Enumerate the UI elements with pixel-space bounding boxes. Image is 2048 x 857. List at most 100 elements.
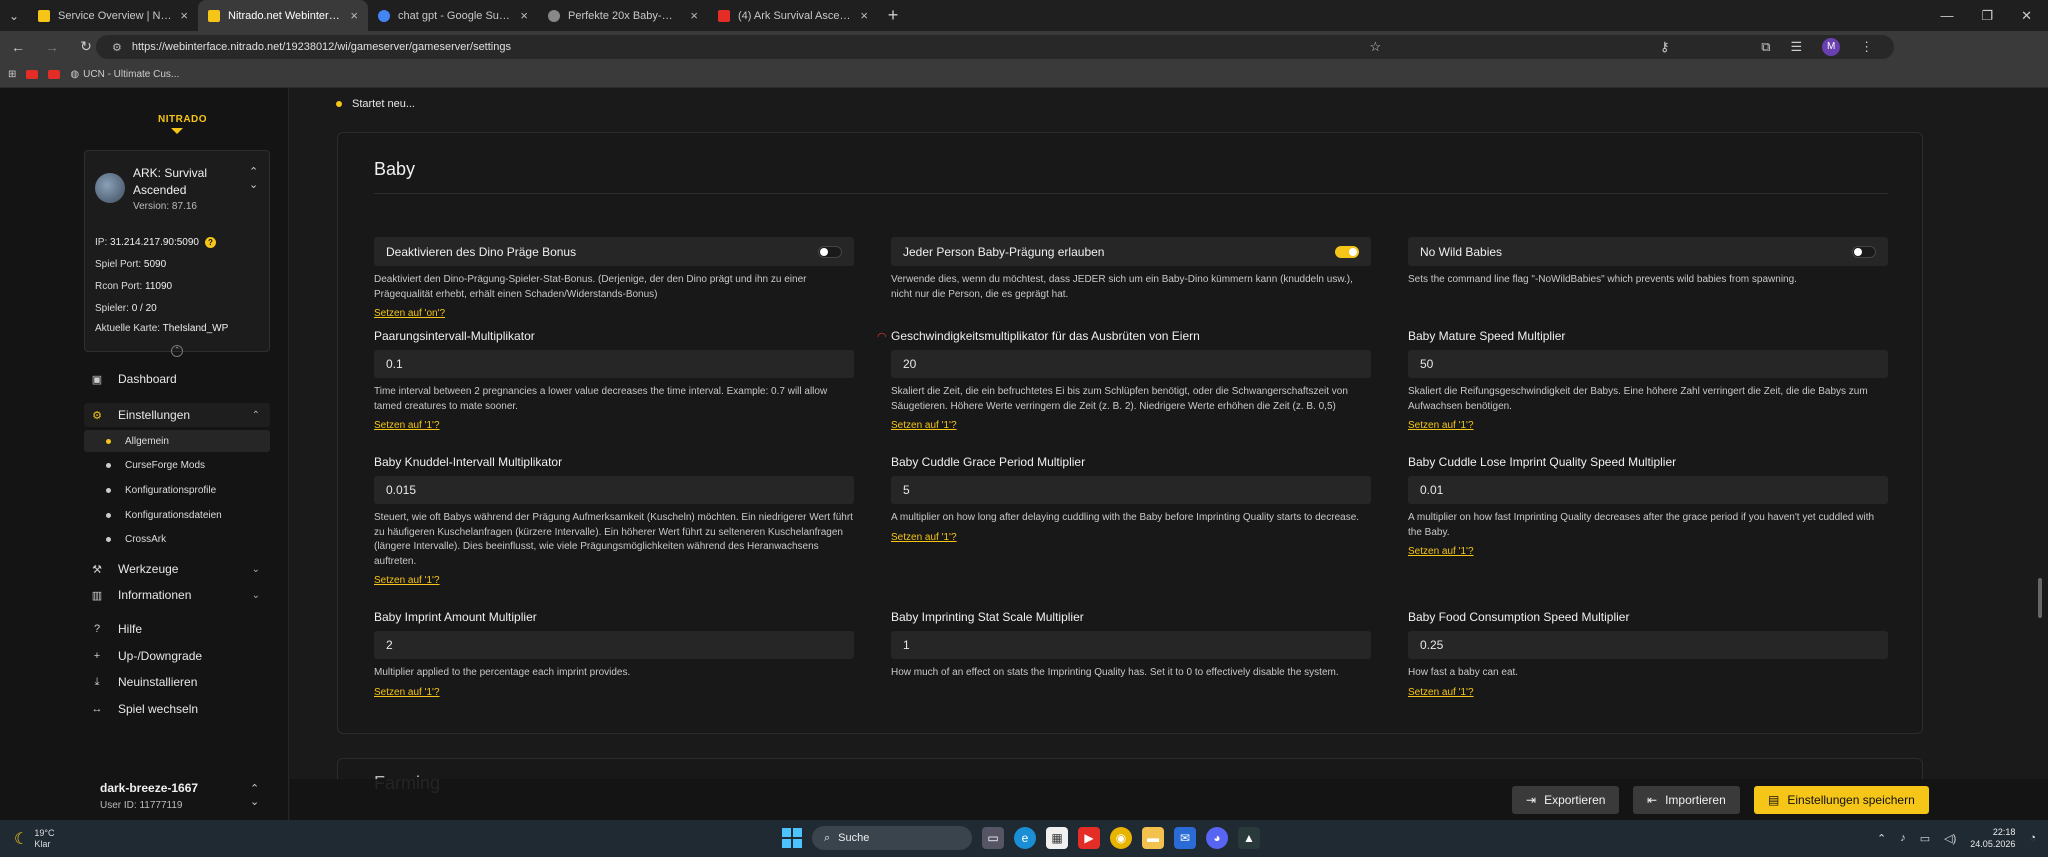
reset-link[interactable]: Setzen auf '1'? [1408,546,1474,557]
toggle-row[interactable]: Deaktivieren des Dino Präge Bonus [374,237,854,266]
bullet-icon [106,462,111,468]
reset-link[interactable]: Setzen auf '1'? [1408,687,1474,698]
import-button[interactable]: ⇤ Importieren [1633,786,1740,814]
site-info-icon[interactable]: ⚙ [112,41,122,54]
back-icon[interactable]: ← [8,39,28,55]
toggle-switch[interactable] [1852,245,1876,258]
tab-close-icon[interactable]: × [180,8,188,23]
volume-icon[interactable]: ◁) [1944,832,1956,845]
number-input[interactable]: 0.01 [1408,476,1888,504]
window-controls: — ❐ ✕ [1940,0,2048,31]
password-key-icon[interactable]: ⚷ [1660,39,1670,55]
field-cuddle-grace-period: Baby Cuddle Grace Period Multiplier 5 A … [891,455,1371,545]
nav-sub-curseforge[interactable]: CurseForge Mods [84,454,270,476]
chevron-up-icon[interactable]: ⌃ [1877,832,1886,845]
tab-4[interactable]: (4) Ark Survival Ascended: Serv× [708,0,878,31]
reset-link[interactable]: Setzen auf '1'? [891,532,957,543]
bookmark-star-icon[interactable]: ☆ [1370,39,1382,55]
reload-icon[interactable]: ↻ [76,38,96,55]
tab-3[interactable]: Perfekte 20x Baby-Werte × [538,0,708,31]
tab-close-icon[interactable]: × [860,8,868,23]
task-view-icon[interactable]: ▭ [982,827,1004,849]
nav-info[interactable]: ▥ Informationen ⌄ [84,583,270,607]
tab-close-icon[interactable]: × [520,8,528,23]
nav-reinstall[interactable]: ⤓ Neuinstallieren [84,670,270,694]
clock[interactable]: 22:18 24.05.2026 [1970,826,2015,850]
scrollbar-thumb[interactable] [2038,578,2042,618]
tab-1[interactable]: Nitrado.net Webinterface × [198,0,368,31]
number-input[interactable]: 1 [891,631,1371,659]
number-input[interactable]: 0.1 [374,350,854,378]
tab-close-icon[interactable]: × [350,8,358,23]
tab-search-icon[interactable]: ⌄ [0,0,28,31]
new-tab-icon[interactable]: + [878,5,908,26]
store-icon[interactable]: ▦ [1046,827,1068,849]
toggle-switch[interactable] [818,245,842,258]
tab-groups-icon[interactable]: ☰ [1790,39,1802,55]
nav-upgrade[interactable]: + Up-/Downgrade [84,644,270,668]
minimize-icon[interactable]: — [1940,8,1953,23]
collapse-up-icon[interactable]: ⌃ [171,345,183,357]
number-input[interactable]: 50 [1408,350,1888,378]
tab-2[interactable]: chat gpt - Google Suche × [368,0,538,31]
nav-sub-configfiles[interactable]: Konfigurationsdateien [84,504,270,526]
reset-link[interactable]: Setzen auf '1'? [891,420,957,431]
nav-settings[interactable]: ⚙ Einstellungen ⌃ [84,403,270,427]
field-mating-interval: Paarungsintervall-Multiplikator 0.1 Time… [374,329,854,433]
number-input[interactable]: 0.25 [1408,631,1888,659]
save-settings-button[interactable]: ▤ Einstellungen speichern [1754,786,1929,814]
forward-icon[interactable]: → [42,39,62,55]
close-window-icon[interactable]: ✕ [2021,8,2032,24]
browser-tabbar: ⌄ Service Overview | Nitrado | Ni× Nitra… [0,0,2048,31]
nav-help[interactable]: ? Hilfe [84,617,270,641]
youtube-icon[interactable]: ▶ [1078,827,1100,849]
nav-dashboard[interactable]: ▣ Dashboard [84,367,270,391]
extensions-icon[interactable]: ⧉ [1761,39,1770,55]
reset-link[interactable]: Setzen auf '1'? [374,575,440,586]
nav-sub-allgemein[interactable]: Allgemein [84,430,270,452]
tab-0[interactable]: Service Overview | Nitrado | Ni× [28,0,198,31]
profile-avatar[interactable]: M [1822,37,1841,56]
toggle-row[interactable]: Jeder Person Baby-Prägung erlauben [891,237,1371,266]
weather-widget[interactable]: ☾ 19°C Klar [14,828,54,850]
toggle-switch[interactable] [1335,245,1359,258]
export-button[interactable]: ⇥ Exportieren [1512,786,1620,814]
nitrado-logo[interactable]: NITRADO [158,114,207,125]
chrome-icon[interactable]: ◉ [1110,827,1132,849]
taskbar-search[interactable]: ⌕ Suche [812,826,972,850]
file-explorer-icon[interactable]: ▬ [1142,827,1164,849]
number-input[interactable]: 2 [374,631,854,659]
maximize-icon[interactable]: ❐ [1981,8,1993,24]
youtube-bookmark-icon[interactable] [48,70,61,79]
microphone-icon[interactable]: ♪ [1900,832,1906,844]
nav-sub-profiles[interactable]: Konfigurationsprofile [84,479,270,501]
browser-menu-icon[interactable]: ⋮ [1860,39,1873,55]
reset-link[interactable]: Setzen auf '1'? [1408,420,1474,431]
nitrado-app-icon[interactable]: ▲ [1238,827,1260,849]
discord-icon[interactable]: ◕ [1206,827,1228,849]
apps-grid-icon[interactable]: ⊞ [8,69,16,80]
toggle-row[interactable]: No Wild Babies [1408,237,1888,266]
nav-tools[interactable]: ⚒ Werkzeuge ⌄ [84,557,270,581]
number-input[interactable]: 5 [891,476,1371,504]
reset-link[interactable]: Setzen auf '1'? [374,687,440,698]
edge-icon[interactable]: e [1014,827,1036,849]
bookmark-ucn[interactable]: UCN - Ultimate Cus... [83,69,179,80]
tab-close-icon[interactable]: × [690,8,698,23]
windows-start-icon[interactable] [782,828,802,848]
nav-sub-crossark[interactable]: CrossArk [84,528,270,550]
reset-link[interactable]: Setzen auf '1'? [374,420,440,431]
server-switch-chevron-icon[interactable]: ⌃ ⌄ [249,165,258,191]
reset-link[interactable]: Setzen auf 'on'? [374,308,445,319]
help-question-icon[interactable]: ? [205,237,216,248]
nav-switch-game[interactable]: ↔ Spiel wechseln [84,697,270,721]
network-icon[interactable]: ▭ [1920,832,1930,845]
number-input[interactable]: 0.015 [374,476,854,504]
notification-bell-icon[interactable]: ◔ [2029,832,2036,844]
user-menu-chevron-icon[interactable]: ⌃ ⌄ [250,782,259,808]
number-input[interactable]: 20 [891,350,1371,378]
tab-favicon-icon [208,9,220,22]
url-input[interactable]: ⚙ https://webinterface.nitrado.net/19238… [96,35,1894,59]
mail-icon[interactable]: ✉ [1174,827,1196,849]
youtube-bookmark-icon[interactable] [26,70,39,79]
